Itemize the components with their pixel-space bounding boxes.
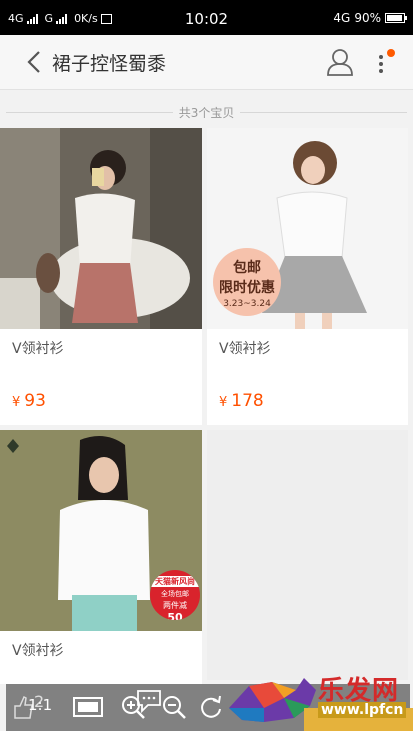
zoom-out-icon[interactable]	[161, 694, 187, 720]
product-price: ¥93	[12, 391, 46, 411]
result-count-divider: 共3个宝贝	[0, 101, 413, 123]
comment-icon[interactable]	[136, 688, 162, 714]
fullscreen-icon[interactable]	[72, 694, 104, 720]
promo-badge: 包邮 限时优惠 3.23~3.24	[213, 248, 281, 316]
product-card[interactable]: 天猫新风尚 全场包邮 两件减 50 V领衬衫	[0, 430, 202, 684]
product-card[interactable]: 包邮 限时优惠 3.23~3.24 V领衬衫 ¥178	[207, 128, 408, 425]
currency-symbol: ¥	[12, 395, 21, 410]
promo-dates: 3.23~3.24	[223, 299, 271, 309]
chevron-left-icon[interactable]	[22, 49, 48, 75]
rotate-icon[interactable]	[198, 694, 224, 720]
user-icon[interactable]	[326, 47, 354, 77]
tmall-line-3: 两件减	[163, 601, 187, 610]
currency-symbol: ¥	[219, 395, 228, 410]
product-name: V领衬衫	[12, 643, 64, 659]
network-type-3: 4G	[333, 11, 351, 25]
status-bar: 4G G 0K/s 10:02 4G 90%	[0, 0, 413, 35]
price-value: 178	[231, 391, 264, 411]
app-header: 裙子控怪蜀黍	[0, 35, 413, 90]
battery-percent: 90%	[354, 11, 381, 25]
page-title: 裙子控怪蜀黍	[52, 53, 167, 75]
phone-screen: 4G G 0K/s 10:02 4G 90% 裙子控怪蜀黍 共3个宝贝 V领衬衫…	[0, 0, 413, 731]
product-card[interactable]: V领衬衫 ¥93	[0, 128, 202, 425]
status-right: 4G 90%	[333, 11, 407, 25]
product-price: ¥178	[219, 391, 264, 411]
divider-line-right	[240, 111, 408, 113]
product-name: V领衬衫	[12, 341, 64, 357]
notification-badge	[387, 49, 395, 57]
empty-grid-cell	[207, 430, 408, 680]
product-name: V领衬衫	[219, 341, 271, 357]
brand-logo-icon	[7, 439, 19, 453]
tmall-line-2: 全场包邮	[161, 590, 189, 598]
zoom-one-to-one-button[interactable]: 1:1	[28, 696, 52, 722]
promo-line-1: 包邮	[233, 260, 261, 276]
battery-icon	[385, 13, 407, 23]
tmall-line-1: 天猫新风尚	[150, 576, 200, 587]
watermark-url: www.lpfcn	[318, 702, 407, 718]
more-vertical-icon[interactable]	[370, 47, 400, 77]
divider-line-left	[6, 111, 173, 113]
price-value: 93	[24, 391, 46, 411]
result-count: 共3个宝贝	[178, 105, 235, 120]
product-image[interactable]	[0, 128, 202, 329]
tmall-badge: 天猫新风尚 全场包邮 两件减 50	[150, 570, 200, 620]
promo-line-2: 限时优惠	[219, 280, 275, 296]
